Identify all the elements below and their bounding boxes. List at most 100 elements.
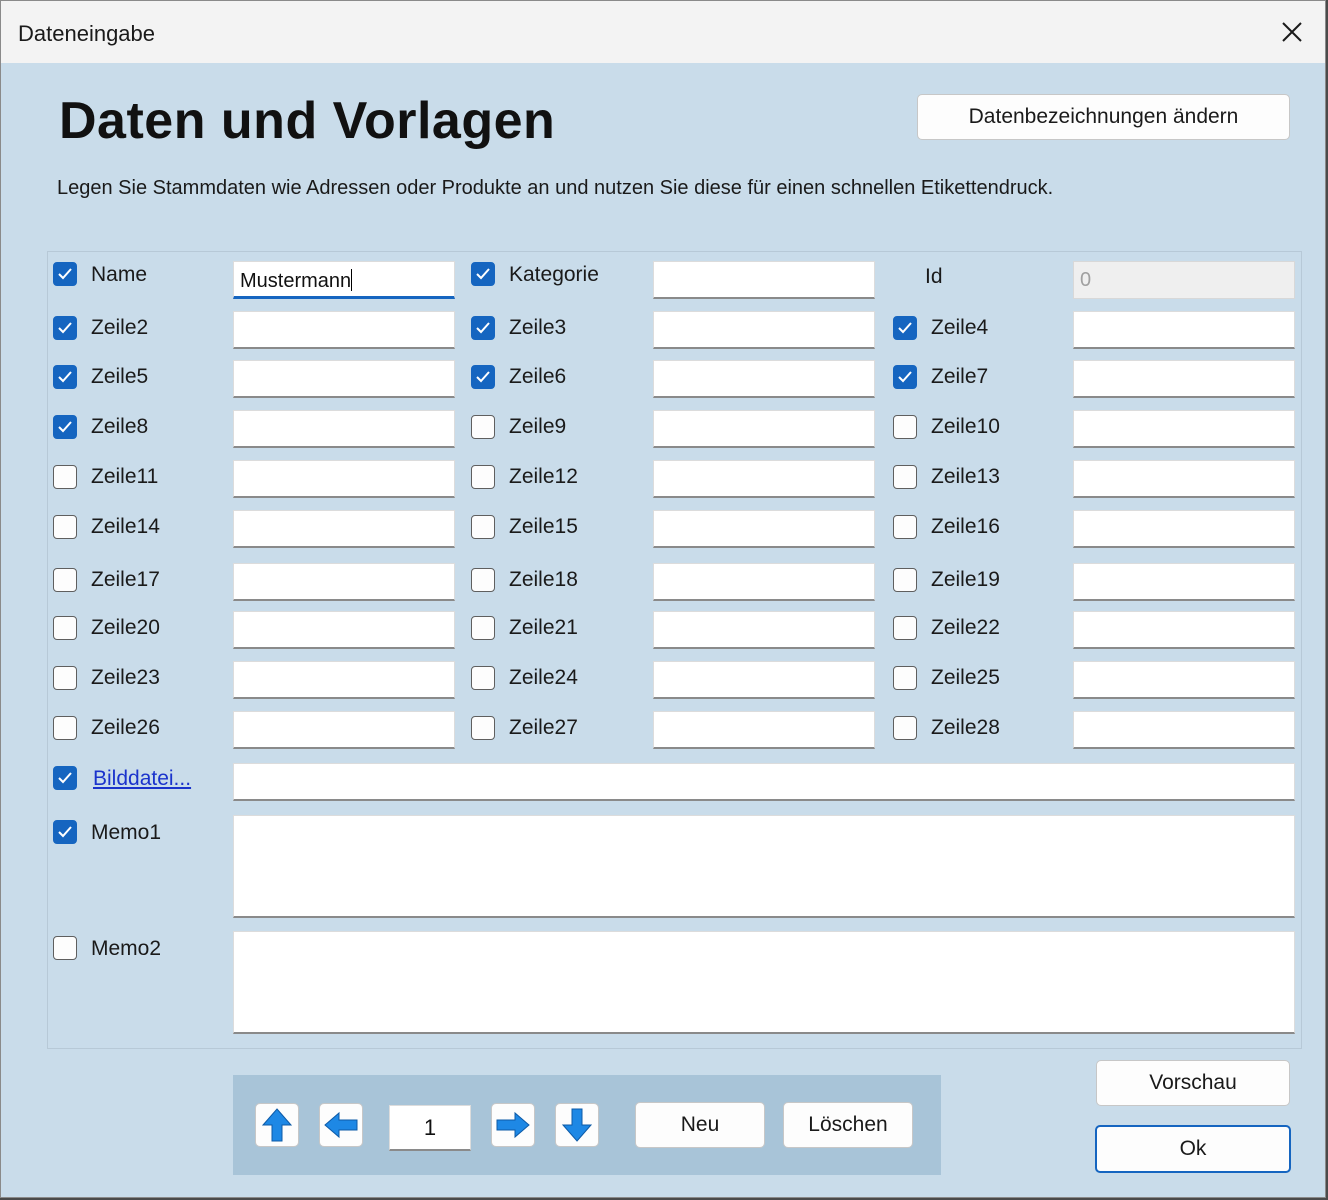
bilddatei-checkbox[interactable] xyxy=(53,766,77,790)
zeile24-checkbox[interactable] xyxy=(471,666,495,690)
checkmark-icon xyxy=(58,421,72,433)
last-record-button[interactable] xyxy=(555,1103,599,1147)
zeile10-input[interactable] xyxy=(1073,410,1295,448)
memo2-checkbox[interactable] xyxy=(53,936,77,960)
zeile26-label: Zeile26 xyxy=(91,716,160,739)
window-title: Dateneingabe xyxy=(18,21,156,46)
zeile15-input[interactable] xyxy=(653,510,875,548)
zeile25-checkbox[interactable] xyxy=(893,666,917,690)
page-description: Legen Sie Stammdaten wie Adressen oder P… xyxy=(57,177,1054,199)
zeile17-input[interactable] xyxy=(233,563,455,601)
checkmark-icon xyxy=(476,371,490,383)
preview-button[interactable]: Vorschau xyxy=(1096,1060,1290,1106)
first-record-button[interactable] xyxy=(255,1103,299,1147)
zeile7-input[interactable] xyxy=(1073,360,1295,398)
zeile17-checkbox[interactable] xyxy=(53,568,77,592)
zeile18-input[interactable] xyxy=(653,563,875,601)
zeile26-input[interactable] xyxy=(233,711,455,749)
memo1-checkbox[interactable] xyxy=(53,820,77,844)
zeile5-input[interactable] xyxy=(233,360,455,398)
zeile22-input[interactable] xyxy=(1073,611,1295,649)
memo2-textarea[interactable] xyxy=(233,931,1295,1034)
ok-button[interactable]: Ok xyxy=(1095,1125,1291,1173)
zeile6-input[interactable] xyxy=(653,360,875,398)
checkmark-icon xyxy=(898,322,912,334)
kategorie-input[interactable] xyxy=(653,261,875,299)
bilddatei-input[interactable] xyxy=(233,763,1295,801)
zeile13-checkbox[interactable] xyxy=(893,465,917,489)
name-label: Name xyxy=(91,263,148,286)
zeile23-checkbox[interactable] xyxy=(53,666,77,690)
zeile2-input[interactable] xyxy=(233,311,455,349)
zeile8-checkbox[interactable] xyxy=(53,415,77,439)
zeile5-checkbox[interactable] xyxy=(53,365,77,389)
zeile2-label: Zeile2 xyxy=(91,316,149,339)
zeile24-input[interactable] xyxy=(653,661,875,699)
zeile7-checkbox[interactable] xyxy=(893,365,917,389)
zeile19-input[interactable] xyxy=(1073,563,1295,601)
zeile27-input[interactable] xyxy=(653,711,875,749)
zeile16-input[interactable] xyxy=(1073,510,1295,548)
zeile23-input[interactable] xyxy=(233,661,455,699)
zeile2-checkbox[interactable] xyxy=(53,316,77,340)
zeile9-checkbox[interactable] xyxy=(471,415,495,439)
zeile21-input[interactable] xyxy=(653,611,875,649)
zeile11-input[interactable] xyxy=(233,460,455,498)
rename-labels-button[interactable]: Datenbezeichnungen ändern xyxy=(917,94,1290,140)
checkmark-icon xyxy=(58,371,72,383)
zeile3-checkbox[interactable] xyxy=(471,316,495,340)
zeile4-checkbox[interactable] xyxy=(893,316,917,340)
checkmark-icon xyxy=(476,268,490,280)
zeile11-label: Zeile11 xyxy=(91,465,159,488)
zeile14-label: Zeile14 xyxy=(91,515,160,538)
new-record-button[interactable]: Neu xyxy=(635,1102,765,1148)
memo1-textarea[interactable] xyxy=(233,815,1295,918)
zeile27-checkbox[interactable] xyxy=(471,716,495,740)
zeile9-label: Zeile9 xyxy=(509,415,567,438)
page-number-input[interactable]: 1 xyxy=(389,1105,471,1151)
checkmark-icon xyxy=(58,268,72,280)
zeile12-label: Zeile12 xyxy=(509,465,578,488)
zeile3-input[interactable] xyxy=(653,311,875,349)
zeile6-checkbox[interactable] xyxy=(471,365,495,389)
zeile5-label: Zeile5 xyxy=(91,365,149,388)
zeile4-input[interactable] xyxy=(1073,311,1295,349)
zeile12-input[interactable] xyxy=(653,460,875,498)
zeile28-checkbox[interactable] xyxy=(893,716,917,740)
close-button[interactable] xyxy=(1259,1,1325,63)
zeile19-checkbox[interactable] xyxy=(893,568,917,592)
zeile12-checkbox[interactable] xyxy=(471,465,495,489)
next-record-button[interactable] xyxy=(491,1103,535,1147)
zeile25-input[interactable] xyxy=(1073,661,1295,699)
zeile10-checkbox[interactable] xyxy=(893,415,917,439)
name-checkbox[interactable] xyxy=(53,262,77,286)
arrow-down-icon xyxy=(561,1108,593,1142)
zeile24-label: Zeile24 xyxy=(509,666,578,689)
text-caret xyxy=(351,269,353,291)
bilddatei-link[interactable]: Bilddatei... xyxy=(93,767,191,791)
zeile16-checkbox[interactable] xyxy=(893,515,917,539)
zeile14-checkbox[interactable] xyxy=(53,515,77,539)
name-input[interactable]: Mustermann xyxy=(233,261,455,299)
zeile26-checkbox[interactable] xyxy=(53,716,77,740)
zeile21-checkbox[interactable] xyxy=(471,616,495,640)
kategorie-checkbox[interactable] xyxy=(471,262,495,286)
zeile9-input[interactable] xyxy=(653,410,875,448)
zeile27-label: Zeile27 xyxy=(509,716,578,739)
zeile11-checkbox[interactable] xyxy=(53,465,77,489)
zeile13-input[interactable] xyxy=(1073,460,1295,498)
zeile18-checkbox[interactable] xyxy=(471,568,495,592)
zeile8-input[interactable] xyxy=(233,410,455,448)
checkmark-icon xyxy=(58,772,72,784)
zeile28-input[interactable] xyxy=(1073,711,1295,749)
zeile13-label: Zeile13 xyxy=(931,465,1000,488)
zeile15-checkbox[interactable] xyxy=(471,515,495,539)
zeile20-input[interactable] xyxy=(233,611,455,649)
zeile14-input[interactable] xyxy=(233,510,455,548)
previous-record-button[interactable] xyxy=(319,1103,363,1147)
delete-record-button[interactable]: Löschen xyxy=(783,1102,913,1148)
zeile22-checkbox[interactable] xyxy=(893,616,917,640)
zeile20-checkbox[interactable] xyxy=(53,616,77,640)
id-label: Id xyxy=(925,265,943,288)
id-input: 0 xyxy=(1073,261,1295,299)
